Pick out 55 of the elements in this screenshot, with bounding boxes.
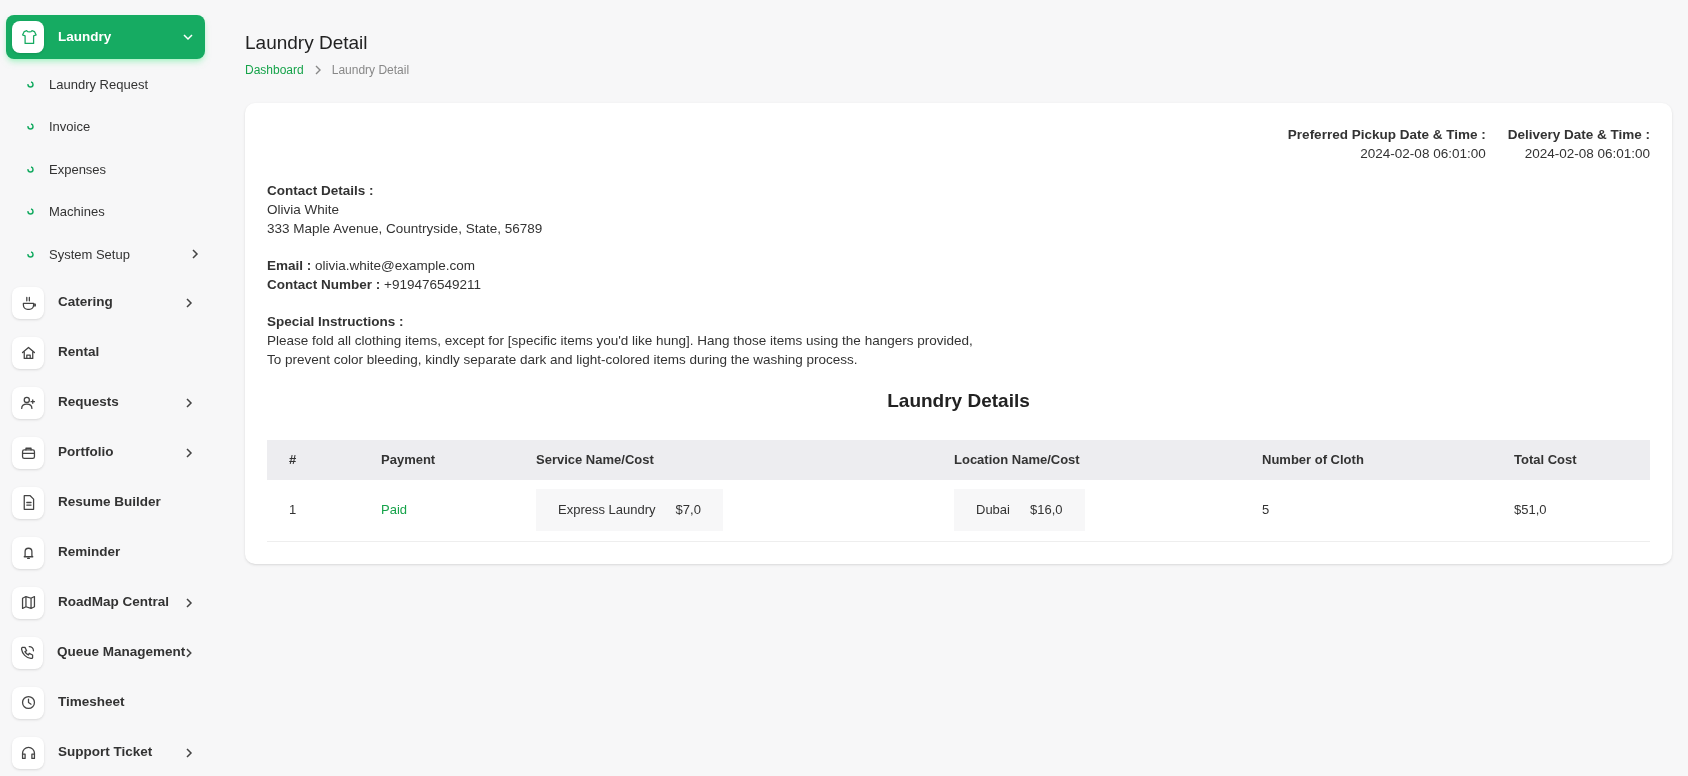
section-heading: Contact Details : (267, 182, 375, 200)
submenu-item[interactable]: Expenses (6, 148, 205, 191)
column-header: Payment (381, 450, 437, 469)
user-plus-icon (19, 394, 37, 411)
dot-icon (27, 123, 34, 131)
clock-icon (19, 694, 37, 711)
shirt-icon (19, 28, 37, 46)
table-cell-text: $51,0 (1514, 501, 1548, 520)
sidebar-item[interactable]: Rental (6, 329, 205, 376)
date-label: Delivery Date & Time : (1507, 126, 1650, 144)
date-label: Preferred Pickup Date & Time : (1287, 126, 1486, 144)
phone-line: Contact Number : +919476549211 (267, 276, 482, 294)
phone-icon (19, 644, 36, 661)
sidebar-item[interactable]: Queue Management (6, 629, 205, 676)
contact-name: Olivia White (267, 201, 340, 219)
column-header: Service Name/Cost (536, 450, 655, 469)
table-cell: Express Laundry $7,0 (536, 489, 723, 531)
table-cell: Dubai $16,0 (954, 489, 1085, 531)
column-header: Location Name/Cost (954, 450, 1081, 469)
column-header: Number of Cloth (1262, 450, 1365, 469)
table-cell-text: Paid (381, 501, 409, 520)
date-value: 2024-02-08 06:01:00 (1524, 145, 1650, 163)
section-heading: Special Instructions : (267, 313, 405, 331)
page-title: Laundry Detail (245, 31, 369, 55)
dot-icon (27, 250, 34, 258)
table-cell-text: 1 (289, 501, 298, 520)
chevron-right-icon (313, 65, 322, 75)
submenu-item[interactable]: Laundry Request (6, 63, 205, 106)
contact-address: 333 Maple Avenue, Countryside, State, 56789 (267, 220, 544, 238)
sidebar-item[interactable]: Catering (6, 279, 205, 326)
dot-icon (27, 165, 34, 173)
dot-icon (27, 80, 34, 88)
headphones-icon (19, 744, 37, 761)
submenu-item[interactable]: Machines (6, 190, 205, 233)
breadcrumb-current: Laundry Detail (331, 62, 410, 79)
sidebar-item[interactable]: Resume Builder (6, 479, 205, 526)
house-icon (19, 344, 37, 361)
submenu-item[interactable]: Invoice (6, 105, 205, 148)
column-header: Total Cost (1514, 450, 1578, 469)
instruction-line: Please fold all clothing items, except for [specific items you'd like hung]. Hang those items using the hangers provided, (267, 332, 974, 350)
sidebar-item[interactable]: Reminder (6, 529, 205, 576)
submenu-item[interactable]: System Setup (6, 233, 205, 276)
map-icon (19, 594, 37, 611)
sidebar-item[interactable]: Portfolio (6, 429, 205, 476)
instruction-line: To prevent color bleeding, kindly separate dark and light-colored items during the washing process. (267, 351, 859, 369)
dot-icon (27, 208, 34, 216)
table-cell-text: 5 (1262, 501, 1271, 520)
date-value: 2024-02-08 06:01:00 (1360, 145, 1486, 163)
column-header: # (289, 450, 298, 469)
sidebar-item[interactable]: Timesheet (6, 679, 205, 726)
table-title: Laundry Details (886, 389, 1031, 413)
sidebar-item[interactable]: Support Ticket (6, 729, 205, 776)
email-line: Email : olivia.white@example.com (267, 257, 477, 275)
sidebar-item[interactable]: Requests (6, 379, 205, 426)
sidebar-item[interactable]: RoadMap Central (6, 579, 205, 626)
